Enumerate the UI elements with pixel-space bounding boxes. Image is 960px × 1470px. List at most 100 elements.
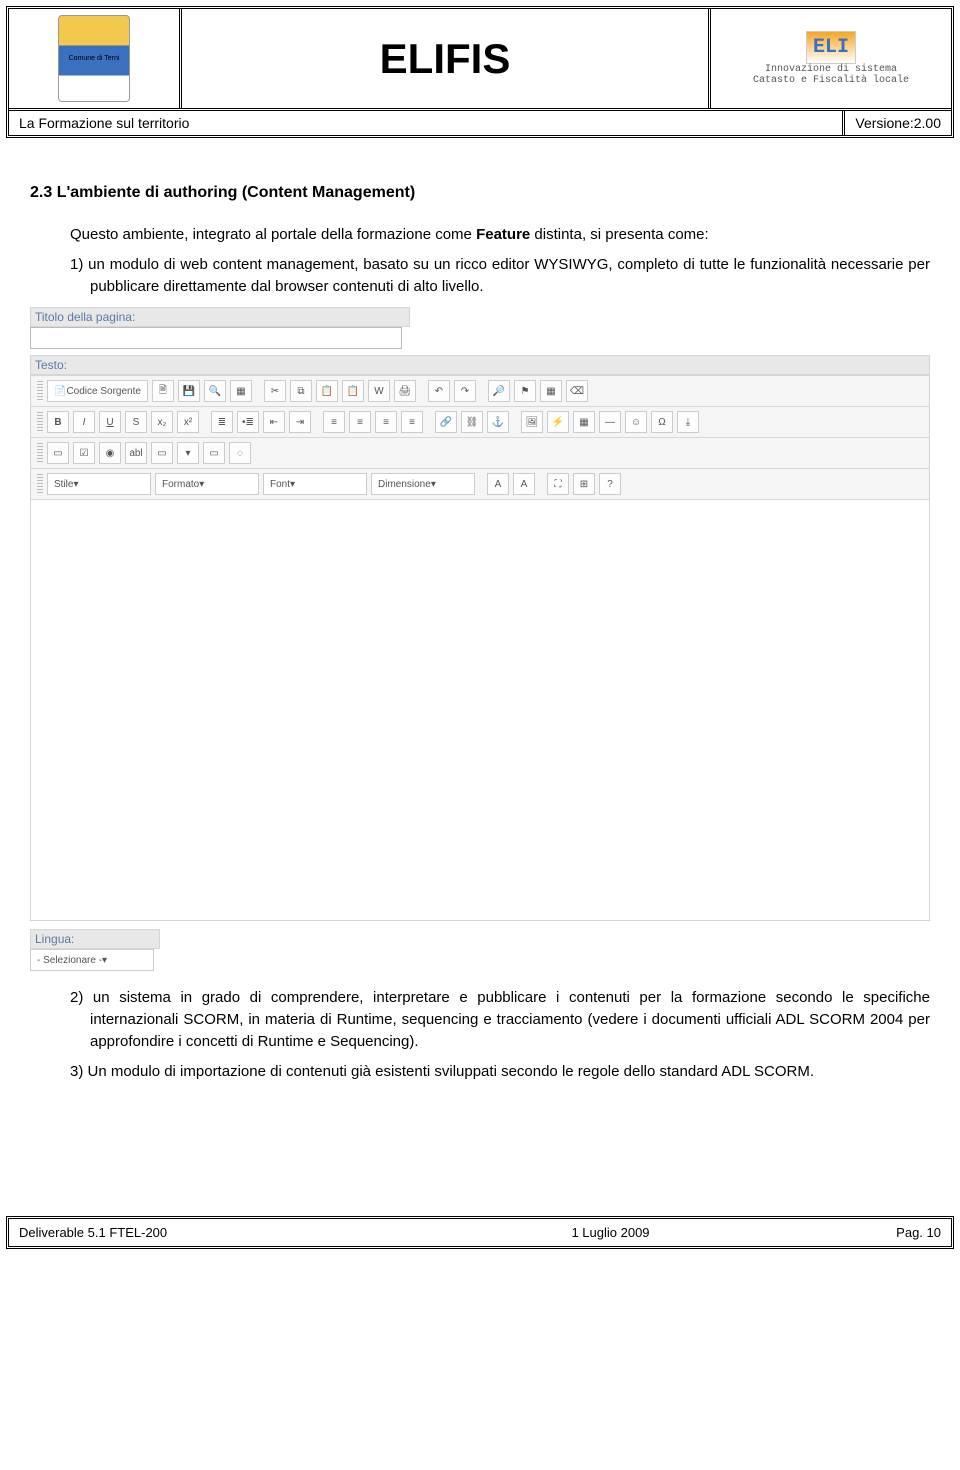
showblocks-icon[interactable]: ⊞ bbox=[573, 473, 595, 495]
toolbar-row-2: B I U S x₂ x² ≣ •≣ ⇤ ⇥ ≡ ≡ ≡ ≡ 🔗 ⛓ ⚓ 🖼 ⚡… bbox=[30, 407, 930, 438]
header-logo-left-cell: Comune di Terni bbox=[9, 9, 182, 108]
maximize-icon[interactable]: ⛶ bbox=[547, 473, 569, 495]
elicat-line2: Catasto e Fiscalità locale bbox=[753, 75, 909, 86]
toolbar-row-1: 📄 Codice Sorgente 🗎 💾 🔍 ▦ ✂ ⧉ 📋 📋 W 🖨 ↶ … bbox=[30, 375, 930, 407]
italic-icon[interactable]: I bbox=[73, 411, 95, 433]
specialchar-icon[interactable]: Ω bbox=[651, 411, 673, 433]
wysiwyg-editor: Titolo della pagina: Testo: 📄 Codice Sor… bbox=[30, 307, 930, 971]
pagebreak-icon[interactable]: ⤓ bbox=[677, 411, 699, 433]
header-logo-right-cell: ELI Innovazione di sistema Catasto e Fis… bbox=[711, 9, 951, 108]
subheader: La Formazione sul territorio Versione:2.… bbox=[9, 111, 951, 135]
lingua-select[interactable]: - Selezionare - ▾ bbox=[30, 949, 154, 971]
hr-icon[interactable]: — bbox=[599, 411, 621, 433]
toolbar-row-4: Stile ▾ Formato ▾ Font ▾ Dimensione ▾ A … bbox=[30, 469, 930, 500]
size-dropdown[interactable]: Dimensione ▾ bbox=[371, 473, 475, 495]
unlink-icon[interactable]: ⛓ bbox=[461, 411, 483, 433]
smiley-icon[interactable]: ☺ bbox=[625, 411, 647, 433]
ul-icon[interactable]: •≣ bbox=[237, 411, 259, 433]
p1-c: distinta, si presenta come: bbox=[530, 226, 708, 243]
undo-icon[interactable]: ↶ bbox=[428, 380, 450, 402]
button-icon[interactable]: ▭ bbox=[203, 442, 225, 464]
format-dropdown[interactable]: Formato ▾ bbox=[155, 473, 259, 495]
title-input[interactable] bbox=[30, 327, 402, 349]
label-title: Titolo della pagina: bbox=[30, 307, 410, 327]
label-lingua: Lingua: bbox=[30, 929, 160, 949]
textarea-icon[interactable]: ▭ bbox=[151, 442, 173, 464]
style-dropdown[interactable]: Stile ▾ bbox=[47, 473, 151, 495]
strike-icon[interactable]: S bbox=[125, 411, 147, 433]
logo-caption: Comune di Terni bbox=[69, 55, 120, 62]
brand-title: ELIFIS bbox=[380, 35, 511, 83]
page-footer: Deliverable 5.1 FTEL-200 1 Luglio 2009 P… bbox=[6, 1216, 954, 1249]
grip-icon bbox=[37, 381, 43, 401]
header: Comune di Terni ELIFIS ELI Innovazione d… bbox=[9, 9, 951, 111]
paste-icon[interactable]: 📋 bbox=[316, 380, 338, 402]
bold-icon[interactable]: B bbox=[47, 411, 69, 433]
source-button[interactable]: 📄 Codice Sorgente bbox=[47, 380, 148, 402]
list-item-3: 3) Un modulo di importazione di contenut… bbox=[30, 1061, 930, 1083]
checkbox-icon[interactable]: ☑ bbox=[73, 442, 95, 464]
select-icon[interactable]: ▾ bbox=[177, 442, 199, 464]
find-icon[interactable]: 🔎 bbox=[488, 380, 510, 402]
editor-textarea[interactable] bbox=[30, 500, 930, 921]
remove-format-icon[interactable]: ⌫ bbox=[566, 380, 588, 402]
replace-icon[interactable]: ⚑ bbox=[514, 380, 536, 402]
anchor-icon[interactable]: ⚓ bbox=[487, 411, 509, 433]
outdent-icon[interactable]: ⇤ bbox=[263, 411, 285, 433]
redo-icon[interactable]: ↷ bbox=[454, 380, 476, 402]
align-right-icon[interactable]: ≡ bbox=[375, 411, 397, 433]
elicat-logo: ELI Innovazione di sistema Catasto e Fis… bbox=[753, 31, 909, 86]
size-label: Dimensione bbox=[378, 479, 431, 490]
indent-icon[interactable]: ⇥ bbox=[289, 411, 311, 433]
footer-mid: 1 Luglio 2009 bbox=[410, 1219, 811, 1246]
list-item-1: 1) un modulo di web content management, … bbox=[30, 254, 930, 298]
superscript-icon[interactable]: x² bbox=[177, 411, 199, 433]
flash-icon[interactable]: ⚡ bbox=[547, 411, 569, 433]
grip-icon bbox=[37, 474, 43, 494]
template-icon[interactable]: ▦ bbox=[230, 380, 252, 402]
ol-icon[interactable]: ≣ bbox=[211, 411, 233, 433]
elicat-line1: Innovazione di sistema bbox=[765, 64, 897, 75]
justify-icon[interactable]: ≡ bbox=[401, 411, 423, 433]
font-dropdown[interactable]: Font ▾ bbox=[263, 473, 367, 495]
selectall-icon[interactable]: ▦ bbox=[540, 380, 562, 402]
format-label: Formato bbox=[162, 479, 199, 490]
image-icon[interactable]: 🖼 bbox=[521, 411, 543, 433]
p1-feature: Feature bbox=[476, 226, 530, 243]
paragraph-intro: Questo ambiente, integrato al portale de… bbox=[30, 224, 930, 246]
subheader-right: Versione:2.00 bbox=[845, 111, 951, 135]
align-center-icon[interactable]: ≡ bbox=[349, 411, 371, 433]
table-icon[interactable]: ▦ bbox=[573, 411, 595, 433]
print-icon[interactable]: 🖨 bbox=[394, 380, 416, 402]
radio-icon[interactable]: ◉ bbox=[99, 442, 121, 464]
bgcolor-icon[interactable]: A bbox=[513, 473, 535, 495]
section-heading: 2.3 L'ambiente di authoring (Content Man… bbox=[30, 184, 930, 202]
copy-icon[interactable]: ⧉ bbox=[290, 380, 312, 402]
p1-a: Questo ambiente, integrato al portale de… bbox=[70, 226, 476, 243]
textfield-icon[interactable]: abl bbox=[125, 442, 147, 464]
hidden-icon[interactable]: ◌ bbox=[229, 442, 251, 464]
footer-right: Pag. 10 bbox=[811, 1219, 951, 1246]
subscript-icon[interactable]: x₂ bbox=[151, 411, 173, 433]
form-icon[interactable]: ▭ bbox=[47, 442, 69, 464]
grip-icon bbox=[37, 412, 43, 432]
lingua-value: - Selezionare - bbox=[37, 955, 102, 966]
subheader-left: La Formazione sul territorio bbox=[9, 111, 845, 135]
paste-word-icon[interactable]: W bbox=[368, 380, 390, 402]
main-content: 2.3 L'ambiente di authoring (Content Man… bbox=[0, 144, 960, 1110]
align-left-icon[interactable]: ≡ bbox=[323, 411, 345, 433]
textcolor-icon[interactable]: A bbox=[487, 473, 509, 495]
paste-text-icon[interactable]: 📋 bbox=[342, 380, 364, 402]
underline-icon[interactable]: U bbox=[99, 411, 121, 433]
font-label: Font bbox=[270, 479, 290, 490]
page-frame: Comune di Terni ELIFIS ELI Innovazione d… bbox=[6, 6, 954, 138]
link-icon[interactable]: 🔗 bbox=[435, 411, 457, 433]
new-icon[interactable]: 🗎 bbox=[152, 380, 174, 402]
preview-icon[interactable]: 🔍 bbox=[204, 380, 226, 402]
cut-icon[interactable]: ✂ bbox=[264, 380, 286, 402]
style-label: Stile bbox=[54, 479, 73, 490]
toolbar-row-3: ▭ ☑ ◉ abl ▭ ▾ ▭ ◌ bbox=[30, 438, 930, 469]
save-icon[interactable]: 💾 bbox=[178, 380, 200, 402]
about-icon[interactable]: ? bbox=[599, 473, 621, 495]
comune-terni-logo: Comune di Terni bbox=[58, 15, 130, 102]
